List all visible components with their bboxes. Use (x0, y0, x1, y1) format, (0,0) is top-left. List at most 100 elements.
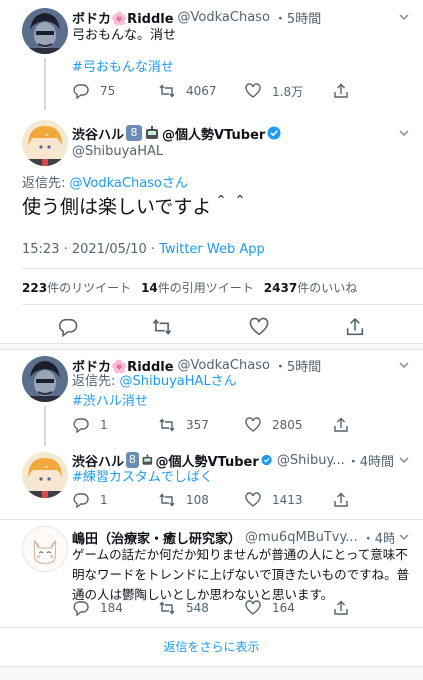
reply1-like-button[interactable]: 2805 (244, 416, 303, 434)
reply-icon (73, 493, 89, 509)
main-like-stat[interactable]: 2437件のいいね (264, 279, 357, 296)
bottom-separator (0, 666, 423, 680)
retweet-icon (159, 84, 175, 98)
reply1-reply-count: 1 (100, 418, 108, 432)
reply1-retweet-button[interactable]: 357 (158, 416, 209, 434)
avatar-shibuya-hal[interactable] (22, 452, 68, 498)
main-retweet-icon[interactable] (151, 316, 173, 338)
reply1-time[interactable]: ・5時間 (274, 356, 321, 375)
number-badge: 8 (126, 452, 139, 468)
reply3-author-name[interactable]: 嶋田（治療家・癒し研究家） (72, 528, 241, 547)
retweet-icon (159, 601, 175, 615)
main-like-count: 2437 (263, 281, 298, 295)
main-retweet-label: 件のリツイート (47, 281, 132, 295)
tweet1-retweet-button[interactable]: 4067 (158, 82, 217, 100)
divider (22, 304, 423, 305)
main-retweet-stat[interactable]: 223件のリツイート (22, 279, 131, 296)
more-replies-link[interactable]: 返信をさらに表示 (0, 638, 423, 655)
reply2-like-count: 1413 (272, 493, 303, 507)
reply2-share-icon[interactable] (332, 491, 350, 509)
thread-connector (44, 406, 46, 446)
heart-icon (245, 83, 261, 98)
reply2-hashtag[interactable]: #練習カスタムでしばく (72, 468, 213, 488)
reply1-reply-prefix: 返信先: (72, 374, 120, 389)
main-author-name-row[interactable]: 渋谷ハル 8 @個人勢VTuber (72, 124, 281, 143)
reply1-retweet-count: 357 (186, 418, 209, 432)
tweet1-time[interactable]: ・5時間 (274, 8, 321, 27)
main-reply-context: 返信先: @VodkaChasoさん (22, 172, 188, 191)
main-reply-to-link[interactable]: @VodkaChasoさん (70, 176, 188, 191)
divider (22, 268, 423, 269)
reply2-retweet-button[interactable]: 108 (158, 491, 209, 509)
main-timestamp[interactable]: 15:23 · 2021/05/10 · (22, 242, 159, 257)
reply3-retweet-count: 548 (186, 601, 209, 615)
tweet1-hashtag[interactable]: #弓おもんな消せ (72, 58, 174, 78)
reply2-more-chevron-icon[interactable] (397, 453, 411, 467)
main-tweet-text: 使う側は楽しいですよ＾＾ (22, 196, 250, 218)
reply2-author-name-suffix[interactable]: @個人勢VTuber (155, 451, 258, 470)
reply2-author-handle[interactable]: @Shibuy... (277, 453, 345, 468)
reply1-reply-to-link[interactable]: @ShibuyaHALさん (120, 374, 237, 389)
main-author-handle[interactable]: @ShibuyaHAL (72, 144, 163, 159)
robot-emoji-icon (142, 454, 152, 465)
reply3-time[interactable]: ・4時間 (362, 528, 394, 547)
main-quote-stat[interactable]: 14件の引用ツイート (141, 279, 254, 296)
reply1-reply-button[interactable]: 1 (72, 416, 108, 434)
reply-icon (73, 418, 89, 434)
reply3-reply-button[interactable]: 184 (72, 599, 123, 617)
main-heart-icon[interactable] (248, 316, 270, 338)
reply-icon (73, 601, 89, 617)
reply3-like-button[interactable]: 164 (244, 599, 295, 617)
section-separator (0, 343, 423, 350)
reply1-share-icon[interactable] (332, 416, 350, 434)
tweet1-reply-button[interactable]: 75 (72, 82, 115, 100)
reply1-like-count: 2805 (272, 418, 303, 432)
tweet1-retweet-count: 4067 (186, 84, 217, 98)
reply2-like-button[interactable]: 1413 (244, 491, 303, 509)
tweet1-author-handle[interactable]: @VodkaChaso (178, 10, 270, 25)
heart-icon (245, 492, 261, 507)
tweet1-like-count: 1.8万 (272, 84, 304, 99)
main-share-icon[interactable] (344, 316, 366, 338)
tweet1-like-button[interactable]: 1.8万 (244, 82, 303, 100)
avatar-shibuya-hal[interactable] (22, 120, 68, 166)
reply1-more-chevron-icon[interactable] (397, 358, 411, 372)
avatar-vodka[interactable] (22, 356, 68, 402)
avatar-vodka[interactable] (22, 8, 68, 54)
main-timestamp-row: 15:23 · 2021/05/10 · Twitter Web App (22, 242, 265, 257)
heart-icon (245, 600, 261, 615)
tweet1-more-chevron-icon[interactable] (397, 10, 411, 24)
reply1-hashtag[interactable]: #渋ハル消せ (72, 392, 148, 412)
tweet1-reply-count: 75 (100, 84, 116, 98)
main-reply-icon[interactable] (57, 316, 79, 338)
reply2-header: 渋谷ハル 8 @個人勢VTuber @Shibuy... ・4時間 (72, 451, 394, 469)
reply2-time[interactable]: ・4時間 (347, 451, 394, 470)
reply3-retweet-button[interactable]: 548 (158, 599, 209, 617)
tweet1-header: ボドカ🌸Riddle @VodkaChaso ・5時間 (72, 8, 392, 27)
reply3-author-handle[interactable]: @mu6qMBuTvy... (245, 530, 358, 545)
divider (0, 627, 423, 628)
tweet1-share-icon[interactable] (332, 82, 350, 100)
main-reply-prefix: 返信先: (22, 176, 70, 191)
avatar-shimada[interactable] (22, 526, 68, 572)
main-client-link[interactable]: Twitter Web App (159, 242, 265, 257)
reply2-reply-count: 1 (100, 493, 108, 507)
main-stats-row: 223件のリツイート 14件の引用ツイート 2437件のいいね (22, 279, 357, 296)
reply3-share-icon[interactable] (332, 599, 350, 617)
reply1-reply-context: 返信先: @ShibuyaHALさん (72, 372, 237, 392)
tweet1-author-name[interactable]: ボドカ🌸Riddle (72, 8, 174, 27)
reply1-author-handle[interactable]: @VodkaChaso (178, 358, 270, 373)
main-author-name-suffix: @個人勢VTuber (162, 127, 266, 143)
robot-emoji-icon (146, 126, 159, 139)
reply3-more-chevron-icon[interactable] (397, 530, 411, 544)
reply2-reply-button[interactable]: 1 (72, 491, 108, 509)
number-badge: 8 (126, 125, 143, 141)
verified-badge-icon (261, 454, 272, 466)
reply3-reply-count: 184 (100, 601, 123, 615)
main-retweet-count: 223 (22, 281, 48, 295)
reply2-author-name[interactable]: 渋谷ハル (72, 451, 124, 470)
main-more-chevron-icon[interactable] (397, 126, 411, 140)
reply3-text: ゲームの話だか何だか知りませんが普通の人にとって意味不明なワードをトレンドに上げ… (72, 547, 410, 602)
main-quote-label: 件の引用ツイート (157, 281, 254, 295)
reply3-header: 嶋田（治療家・癒し研究家） @mu6qMBuTvy... ・4時間 (72, 528, 394, 547)
